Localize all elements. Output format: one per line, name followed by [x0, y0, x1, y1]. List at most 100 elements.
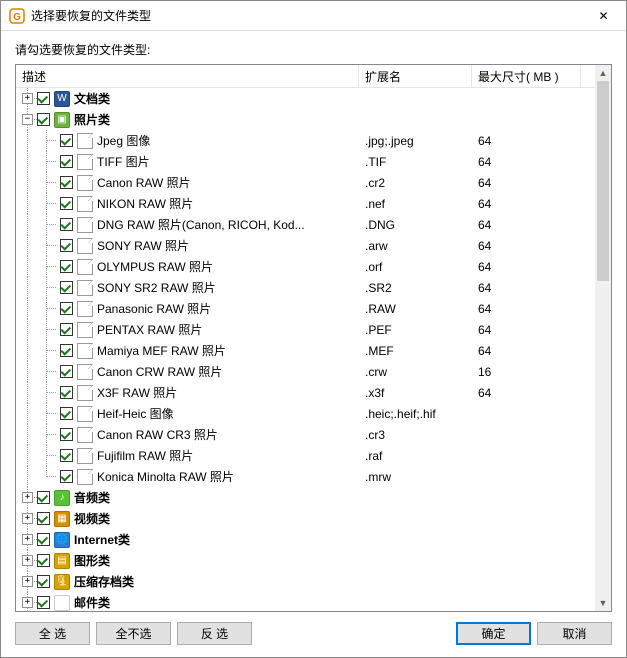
file-icon	[77, 364, 93, 380]
item-checkbox[interactable]	[60, 449, 73, 462]
item-maxsize: 64	[472, 155, 581, 169]
category-row-audio[interactable]: + ♪ 音频类	[16, 487, 595, 508]
titlebar: G 选择要恢复的文件类型 ✕	[1, 1, 626, 31]
select-none-button[interactable]: 全不选	[96, 622, 171, 645]
expander-icon[interactable]: +	[22, 597, 33, 608]
app-icon: G	[9, 8, 25, 24]
category-row-docs[interactable]: + W 文档类	[16, 88, 595, 109]
item-label: Jpeg 图像	[97, 132, 150, 149]
item-checkbox[interactable]	[60, 260, 73, 273]
vertical-scrollbar[interactable]: ▲ ▼	[595, 65, 611, 611]
expander-icon[interactable]: +	[22, 513, 33, 524]
item-checkbox[interactable]	[60, 134, 73, 147]
item-checkbox[interactable]	[60, 428, 73, 441]
item-checkbox[interactable]	[60, 176, 73, 189]
file-type-row[interactable]: Canon RAW 照片 .cr2 64	[16, 172, 595, 193]
item-checkbox[interactable]	[60, 218, 73, 231]
category-row-video[interactable]: + ▦ 视频类	[16, 508, 595, 529]
item-maxsize: 64	[472, 344, 581, 358]
file-type-row[interactable]: Fujifilm RAW 照片 .raf	[16, 445, 595, 466]
file-icon	[77, 322, 93, 338]
file-type-row[interactable]: X3F RAW 照片 .x3f 64	[16, 382, 595, 403]
category-checkbox[interactable]	[37, 554, 50, 567]
file-type-row[interactable]: OLYMPUS RAW 照片 .orf 64	[16, 256, 595, 277]
item-checkbox[interactable]	[60, 239, 73, 252]
category-checkbox[interactable]	[37, 533, 50, 546]
item-checkbox[interactable]	[60, 386, 73, 399]
item-extension: .heic;.heif;.hif	[359, 407, 472, 421]
item-checkbox[interactable]	[60, 365, 73, 378]
expander-icon[interactable]: +	[22, 534, 33, 545]
file-type-row[interactable]: NIKON RAW 照片 .nef 64	[16, 193, 595, 214]
file-type-row[interactable]: Jpeg 图像 .jpg;.jpeg 64	[16, 130, 595, 151]
item-label: SONY RAW 照片	[97, 237, 189, 254]
file-type-row[interactable]: SONY SR2 RAW 照片 .SR2 64	[16, 277, 595, 298]
item-label: Konica Minolta RAW 照片	[97, 468, 234, 485]
item-checkbox[interactable]	[60, 155, 73, 168]
item-checkbox[interactable]	[60, 470, 73, 483]
item-label: Mamiya MEF RAW 照片	[97, 342, 226, 359]
expander-icon[interactable]: +	[22, 555, 33, 566]
item-label: Panasonic RAW 照片	[97, 300, 211, 317]
close-button[interactable]: ✕	[581, 1, 626, 30]
item-extension: .cr2	[359, 176, 472, 190]
docs-icon: W	[54, 91, 70, 107]
scrollbar-thumb[interactable]	[597, 81, 609, 281]
category-row-graphics[interactable]: + ▤ 图形类	[16, 550, 595, 571]
column-header-extension[interactable]: 扩展名	[359, 65, 472, 87]
window-title: 选择要恢复的文件类型	[31, 7, 581, 24]
item-checkbox[interactable]	[60, 407, 73, 420]
select-all-button[interactable]: 全 选	[15, 622, 90, 645]
file-type-row[interactable]: PENTAX RAW 照片 .PEF 64	[16, 319, 595, 340]
category-row-photos[interactable]: − ▣ 照片类	[16, 109, 595, 130]
ok-button[interactable]: 确定	[456, 622, 531, 645]
video-icon: ▦	[54, 511, 70, 527]
item-checkbox[interactable]	[60, 323, 73, 336]
category-checkbox[interactable]	[37, 92, 50, 105]
category-row-mail[interactable]: + ✉ 邮件类	[16, 592, 595, 611]
category-checkbox[interactable]	[37, 113, 50, 126]
file-icon	[77, 385, 93, 401]
expander-icon[interactable]: −	[22, 114, 33, 125]
cancel-button[interactable]: 取消	[537, 622, 612, 645]
file-icon	[77, 238, 93, 254]
file-type-row[interactable]: Panasonic RAW 照片 .RAW 64	[16, 298, 595, 319]
file-icon	[77, 427, 93, 443]
file-icon	[77, 259, 93, 275]
file-type-row[interactable]: Konica Minolta RAW 照片 .mrw	[16, 466, 595, 487]
item-checkbox[interactable]	[60, 344, 73, 357]
item-label: NIKON RAW 照片	[97, 195, 193, 212]
item-maxsize: 16	[472, 365, 581, 379]
category-row-internet[interactable]: + 🌐 Internet类	[16, 529, 595, 550]
file-icon	[77, 469, 93, 485]
item-extension: .orf	[359, 260, 472, 274]
scroll-down-icon[interactable]: ▼	[595, 595, 611, 611]
file-type-row[interactable]: DNG RAW 照片(Canon, RICOH, Kod... .DNG 64	[16, 214, 595, 235]
item-maxsize: 64	[472, 281, 581, 295]
category-checkbox[interactable]	[37, 512, 50, 525]
item-checkbox[interactable]	[60, 197, 73, 210]
file-type-row[interactable]: TIFF 图片 .TIF 64	[16, 151, 595, 172]
item-checkbox[interactable]	[60, 281, 73, 294]
expander-icon[interactable]: +	[22, 576, 33, 587]
file-type-row[interactable]: Heif-Heic 图像 .heic;.heif;.hif	[16, 403, 595, 424]
expander-icon[interactable]: +	[22, 93, 33, 104]
invert-selection-button[interactable]: 反 选	[177, 622, 252, 645]
category-checkbox[interactable]	[37, 491, 50, 504]
file-type-row[interactable]: Mamiya MEF RAW 照片 .MEF 64	[16, 340, 595, 361]
file-type-row[interactable]: SONY RAW 照片 .arw 64	[16, 235, 595, 256]
category-row-archive[interactable]: + 🗜 压缩存档类	[16, 571, 595, 592]
file-icon	[77, 343, 93, 359]
scroll-up-icon[interactable]: ▲	[595, 65, 611, 81]
item-label: X3F RAW 照片	[97, 384, 177, 401]
file-type-row[interactable]: Canon RAW CR3 照片 .cr3	[16, 424, 595, 445]
file-type-row[interactable]: Canon CRW RAW 照片 .crw 16	[16, 361, 595, 382]
column-header-maxsize[interactable]: 最大尺寸( MB )	[472, 65, 581, 87]
expander-icon[interactable]: +	[22, 492, 33, 503]
category-checkbox[interactable]	[37, 575, 50, 588]
column-header-description[interactable]: 描述	[16, 65, 359, 87]
category-checkbox[interactable]	[37, 596, 50, 609]
item-label: Canon RAW CR3 照片	[97, 426, 218, 443]
item-checkbox[interactable]	[60, 302, 73, 315]
button-bar: 全 选 全不选 反 选 确定 取消	[1, 612, 626, 655]
